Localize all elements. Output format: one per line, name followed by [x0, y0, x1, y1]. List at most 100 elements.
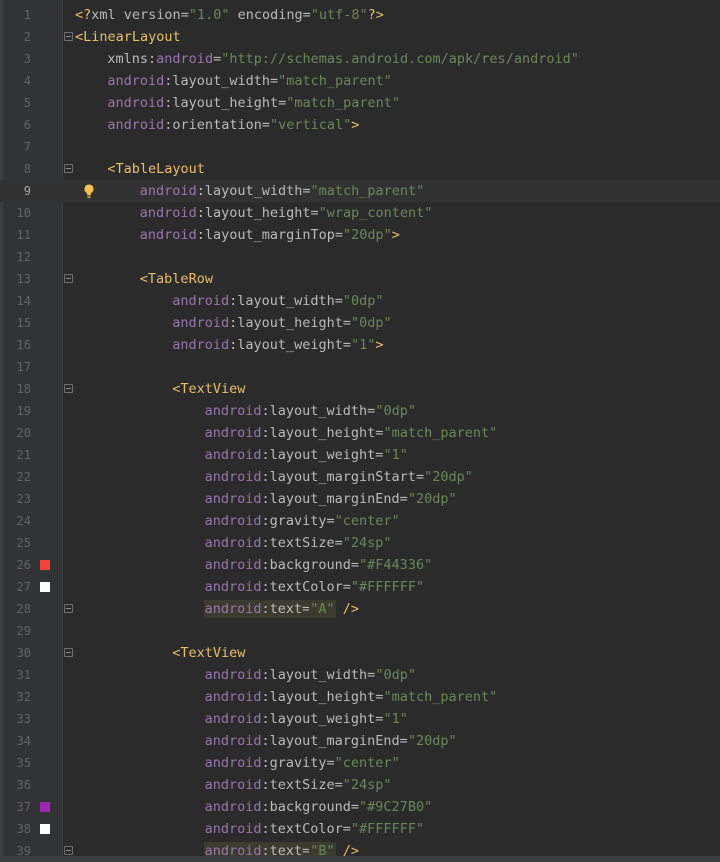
- code-line[interactable]: 38 android:textColor="#FFFFFF": [0, 818, 720, 840]
- line-number: 7: [23, 140, 31, 154]
- code-line[interactable]: 11 android:layout_marginTop="20dp">: [0, 224, 720, 246]
- code-text[interactable]: android:background="#F44336": [205, 554, 433, 576]
- fold-toggle-icon[interactable]: [64, 846, 73, 855]
- code-text[interactable]: android:layout_height="0dp": [172, 312, 391, 334]
- code-line[interactable]: 30 <TextView: [0, 642, 720, 664]
- code-token: "20dp": [424, 469, 473, 485]
- code-text[interactable]: android:layout_marginEnd="20dp": [205, 488, 457, 510]
- code-line[interactable]: 32 android:layout_height="match_parent": [0, 686, 720, 708]
- code-text[interactable]: xmlns:android="http://schemas.android.co…: [107, 48, 578, 70]
- code-text[interactable]: android:textColor="#FFFFFF": [205, 818, 424, 840]
- code-text[interactable]: android:layout_marginStart="20dp": [205, 466, 473, 488]
- code-line[interactable]: 34 android:layout_marginEnd="20dp": [0, 730, 720, 752]
- code-line[interactable]: 2 <LinearLayout: [0, 26, 720, 48]
- fold-toggle-icon[interactable]: [64, 604, 73, 613]
- code-text[interactable]: android:layout_width="match_parent": [139, 180, 425, 202]
- code-text[interactable]: android:textSize="24sp": [205, 532, 392, 554]
- code-text[interactable]: android:layout_weight="1": [205, 444, 408, 466]
- code-line[interactable]: 17: [0, 356, 720, 378]
- code-line[interactable]: 31 android:layout_width="0dp": [0, 664, 720, 686]
- code-text[interactable]: <LinearLayout: [75, 26, 181, 48]
- code-text[interactable]: android:layout_weight="1">: [172, 334, 383, 356]
- code-line[interactable]: 14 android:layout_width="0dp": [0, 290, 720, 312]
- code-text[interactable]: android:gravity="center": [205, 510, 400, 532]
- fold-toggle-icon[interactable]: [64, 164, 73, 173]
- code-line[interactable]: 21 android:layout_weight="1": [0, 444, 720, 466]
- line-number: 5: [23, 96, 31, 110]
- code-text[interactable]: android:textSize="24sp": [205, 774, 392, 796]
- code-line[interactable]: 19 android:layout_width="0dp": [0, 400, 720, 422]
- code-token: :layout_weight: [229, 337, 343, 353]
- fold-toggle-icon[interactable]: [64, 648, 73, 657]
- code-line[interactable]: 20 android:layout_height="match_parent": [0, 422, 720, 444]
- code-text[interactable]: android:gravity="center": [205, 752, 400, 774]
- code-line[interactable]: 7: [0, 136, 720, 158]
- code-line[interactable]: 36 android:textSize="24sp": [0, 774, 720, 796]
- code-token: "20dp": [407, 491, 457, 507]
- horizontal-scrollbar[interactable]: [0, 856, 720, 862]
- code-text[interactable]: <TableRow: [140, 268, 213, 290]
- code-line[interactable]: 37 android:background="#9C27B0": [0, 796, 720, 818]
- code-text[interactable]: android:layout_width="0dp": [205, 400, 416, 422]
- code-line[interactable]: 3 xmlns:android="http://schemas.android.c…: [0, 48, 720, 70]
- code-text[interactable]: android:layout_height="wrap_content": [140, 202, 433, 224]
- code-line[interactable]: 18 <TextView: [0, 378, 720, 400]
- code-line[interactable]: 16 android:layout_weight="1">: [0, 334, 720, 356]
- code-line[interactable]: 1 <?xml version="1.0" encoding="utf-8"?>: [0, 4, 720, 26]
- code-text[interactable]: android:layout_width="match_parent": [107, 70, 392, 92]
- color-swatch-icon[interactable]: [40, 802, 50, 812]
- color-swatch-icon[interactable]: [40, 582, 50, 592]
- code-token: "1": [351, 337, 376, 353]
- color-swatch-icon[interactable]: [40, 824, 50, 834]
- line-number: 12: [16, 250, 31, 264]
- code-text[interactable]: android:textColor="#FFFFFF": [205, 576, 424, 598]
- fold-toggle-icon[interactable]: [64, 32, 73, 41]
- code-text[interactable]: android:layout_weight="1": [205, 708, 408, 730]
- code-line[interactable]: 35 android:gravity="center": [0, 752, 720, 774]
- code-token: android: [204, 755, 262, 771]
- code-text[interactable]: <TextView: [172, 378, 245, 400]
- lightbulb-icon[interactable]: [82, 183, 96, 199]
- code-line[interactable]: 6 android:orientation="vertical">: [0, 114, 720, 136]
- code-token: :text: [261, 601, 303, 617]
- code-line[interactable]: 26 android:background="#F44336": [0, 554, 720, 576]
- line-number: 24: [16, 514, 31, 528]
- code-text[interactable]: android:layout_height="match_parent": [205, 686, 498, 708]
- code-text[interactable]: android:background="#9C27B0": [205, 796, 433, 818]
- color-swatch-icon[interactable]: [40, 560, 50, 570]
- fold-toggle-icon[interactable]: [64, 274, 73, 283]
- code-text[interactable]: android:layout_width="0dp": [205, 664, 416, 686]
- code-line[interactable]: 22 android:layout_marginStart="20dp": [0, 466, 720, 488]
- code-line[interactable]: 8 <TableLayout: [0, 158, 720, 180]
- code-line[interactable]: 12: [0, 246, 720, 268]
- code-line[interactable]: 23 android:layout_marginEnd="20dp": [0, 488, 720, 510]
- code-line[interactable]: 5 android:layout_height="match_parent": [0, 92, 720, 114]
- code-line[interactable]: 25 android:textSize="24sp": [0, 532, 720, 554]
- code-text[interactable]: <TableLayout: [107, 158, 205, 180]
- code-text[interactable]: android:layout_marginTop="20dp">: [140, 224, 400, 246]
- code-line[interactable]: 10 android:layout_height="wrap_content": [0, 202, 720, 224]
- code-line[interactable]: 15 android:layout_height="0dp": [0, 312, 720, 334]
- code-token: "#9C27B0": [359, 799, 433, 815]
- code-token: "24sp": [342, 535, 392, 551]
- code-text[interactable]: android:layout_height="match_parent": [107, 92, 400, 114]
- code-text[interactable]: <TextView: [172, 642, 245, 664]
- code-text[interactable]: android:layout_height="match_parent": [205, 422, 498, 444]
- code-line[interactable]: 29: [0, 620, 720, 642]
- code-line[interactable]: 24 android:gravity="center": [0, 510, 720, 532]
- code-editor[interactable]: 1 <?xml version="1.0" encoding="utf-8"?> 2…: [0, 0, 720, 859]
- code-token: =: [278, 95, 287, 111]
- code-text[interactable]: android:text="A" />: [204, 598, 359, 620]
- code-line[interactable]: 27 android:textColor="#FFFFFF": [0, 576, 720, 598]
- code-line[interactable]: 28 android:text="A" />: [0, 598, 720, 620]
- code-text[interactable]: android:orientation="vertical">: [107, 114, 359, 136]
- code-text[interactable]: android:layout_marginEnd="20dp": [205, 730, 457, 752]
- code-line[interactable]: 4 android:layout_width="match_parent": [0, 70, 720, 92]
- code-line[interactable]: 33 android:layout_weight="1": [0, 708, 720, 730]
- fold-toggle-icon[interactable]: [64, 384, 73, 393]
- code-line[interactable]: 13 <TableRow: [0, 268, 720, 290]
- code-token: android: [204, 535, 262, 551]
- code-text[interactable]: android:layout_width="0dp": [172, 290, 383, 312]
- code-line[interactable]: 9 android:layout_width="match_parent": [0, 180, 720, 202]
- code-text[interactable]: <?xml version="1.0" encoding="utf-8"?>: [75, 4, 384, 26]
